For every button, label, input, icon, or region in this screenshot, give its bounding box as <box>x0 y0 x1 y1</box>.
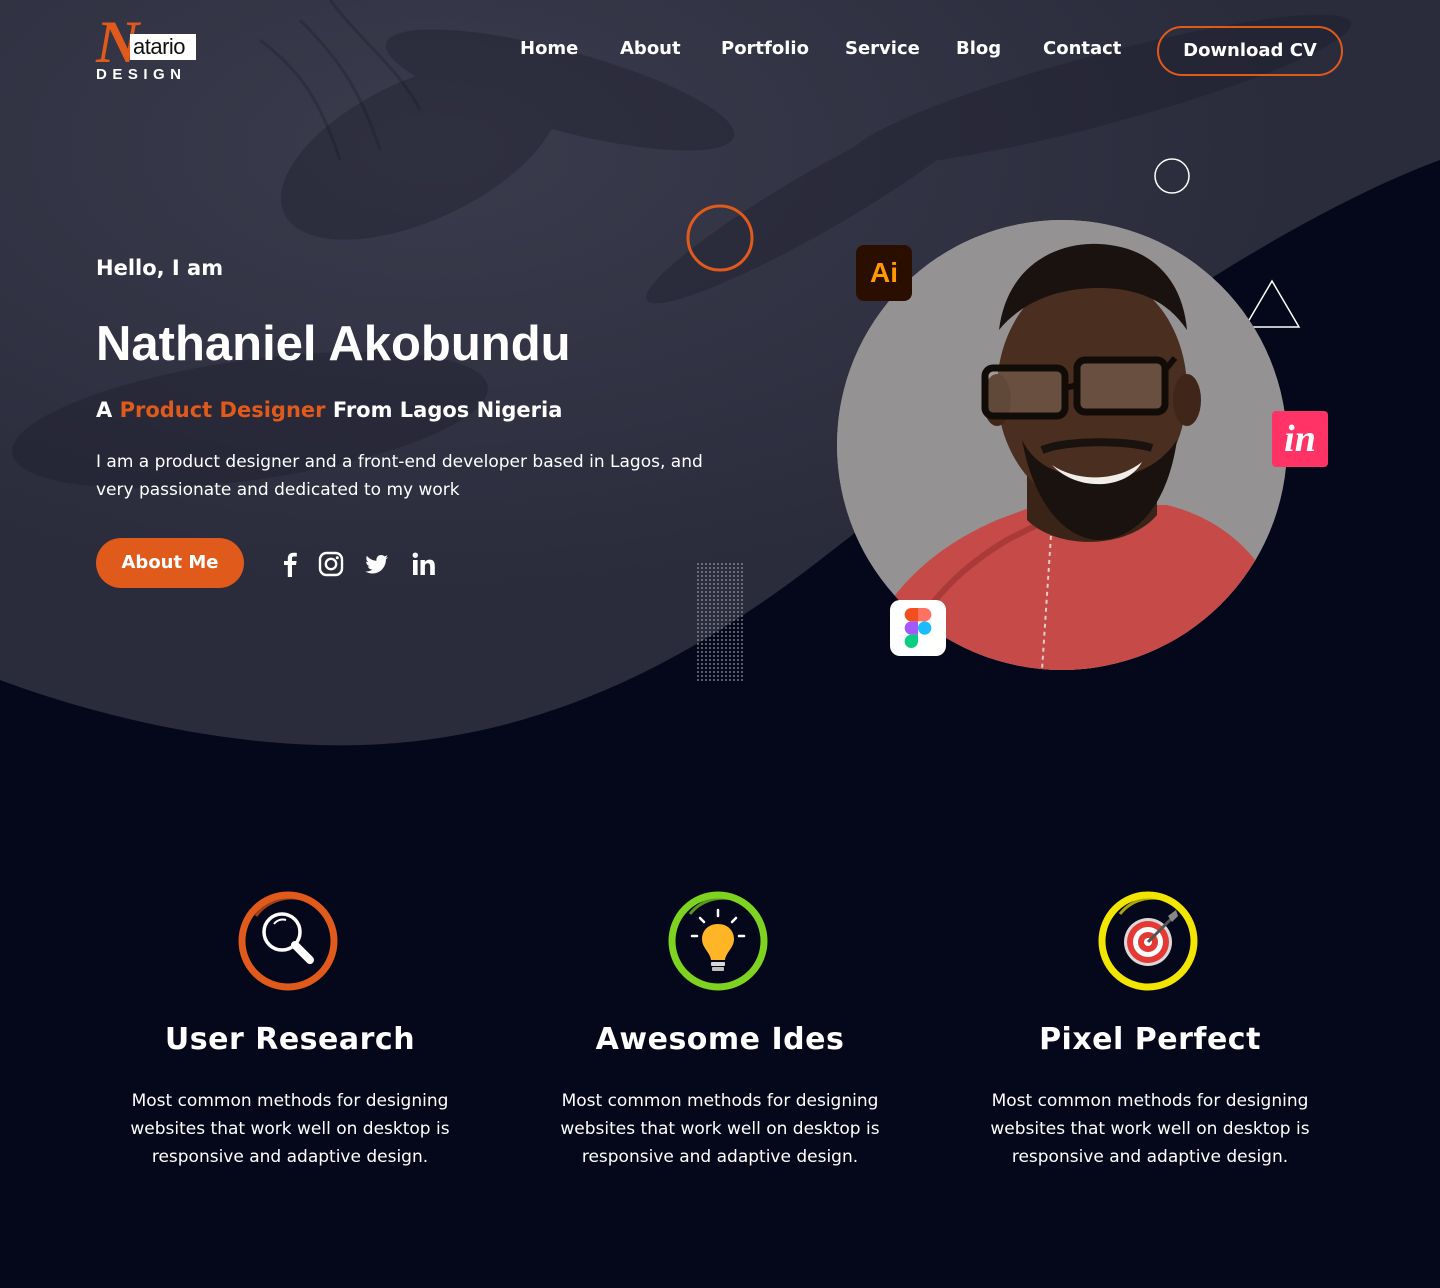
hero-intro: I am a product designer and a front-end … <box>96 452 703 500</box>
magnifier-icon <box>236 886 344 994</box>
download-cv-button[interactable]: Download CV <box>1157 26 1343 76</box>
about-me-button[interactable]: About Me <box>96 538 244 588</box>
tagline-suffix: From Lagos Nigeria <box>332 398 563 422</box>
figma-icon <box>904 608 932 648</box>
feature-text: Most common methods for designing websit… <box>130 1091 450 1167</box>
nav-item-blog[interactable]: Blog <box>956 38 1001 59</box>
lightbulb-icon <box>666 886 774 994</box>
feature-text: Most common methods for designing websit… <box>990 1091 1310 1167</box>
white-circle-decoration <box>1154 158 1190 194</box>
nav-item-contact[interactable]: Contact <box>1043 38 1121 59</box>
feature-card-awesome-ides: Awesome Ides Most common methods for des… <box>530 886 910 1171</box>
logo[interactable]: N atario DESIGN <box>96 12 198 84</box>
hero-greeting: Hello, I am <box>96 256 224 280</box>
tagline-prefix: A <box>96 398 113 422</box>
feature-card-pixel-perfect: Pixel Perfect Most common methods for de… <box>960 886 1340 1171</box>
nav-item-portfolio[interactable]: Portfolio <box>721 38 809 59</box>
figma-badge <box>890 600 946 656</box>
illustrator-badge: Ai <box>856 245 912 301</box>
twitter-icon[interactable] <box>363 550 391 578</box>
nav-item-home[interactable]: Home <box>520 38 578 59</box>
linkedin-icon[interactable] <box>409 550 437 578</box>
nav-item-service[interactable]: Service <box>845 38 920 59</box>
orange-circle-decoration <box>686 204 754 272</box>
instagram-icon[interactable] <box>317 550 345 578</box>
feature-text: Most common methods for designing websit… <box>560 1091 880 1167</box>
tagline-role: Product Designer <box>119 398 326 422</box>
feature-title: Pixel Perfect <box>1039 1022 1261 1057</box>
logo-wordmark: atario <box>130 34 196 60</box>
feature-title: Awesome Ides <box>595 1022 845 1057</box>
hero-tagline: A Product Designer From Lagos Nigeria <box>96 398 562 422</box>
feature-title: User Research <box>164 1022 416 1057</box>
feature-card-user-research: User Research Most common methods for de… <box>100 886 480 1171</box>
hero-name: Nathaniel Akobundu <box>96 317 571 371</box>
nav-item-about[interactable]: About <box>620 38 681 59</box>
target-icon <box>1096 886 1204 994</box>
dot-grid-decoration <box>697 563 743 681</box>
logo-tagline: DESIGN <box>96 66 187 83</box>
invision-badge: in <box>1272 411 1328 467</box>
facebook-icon[interactable] <box>276 550 304 578</box>
